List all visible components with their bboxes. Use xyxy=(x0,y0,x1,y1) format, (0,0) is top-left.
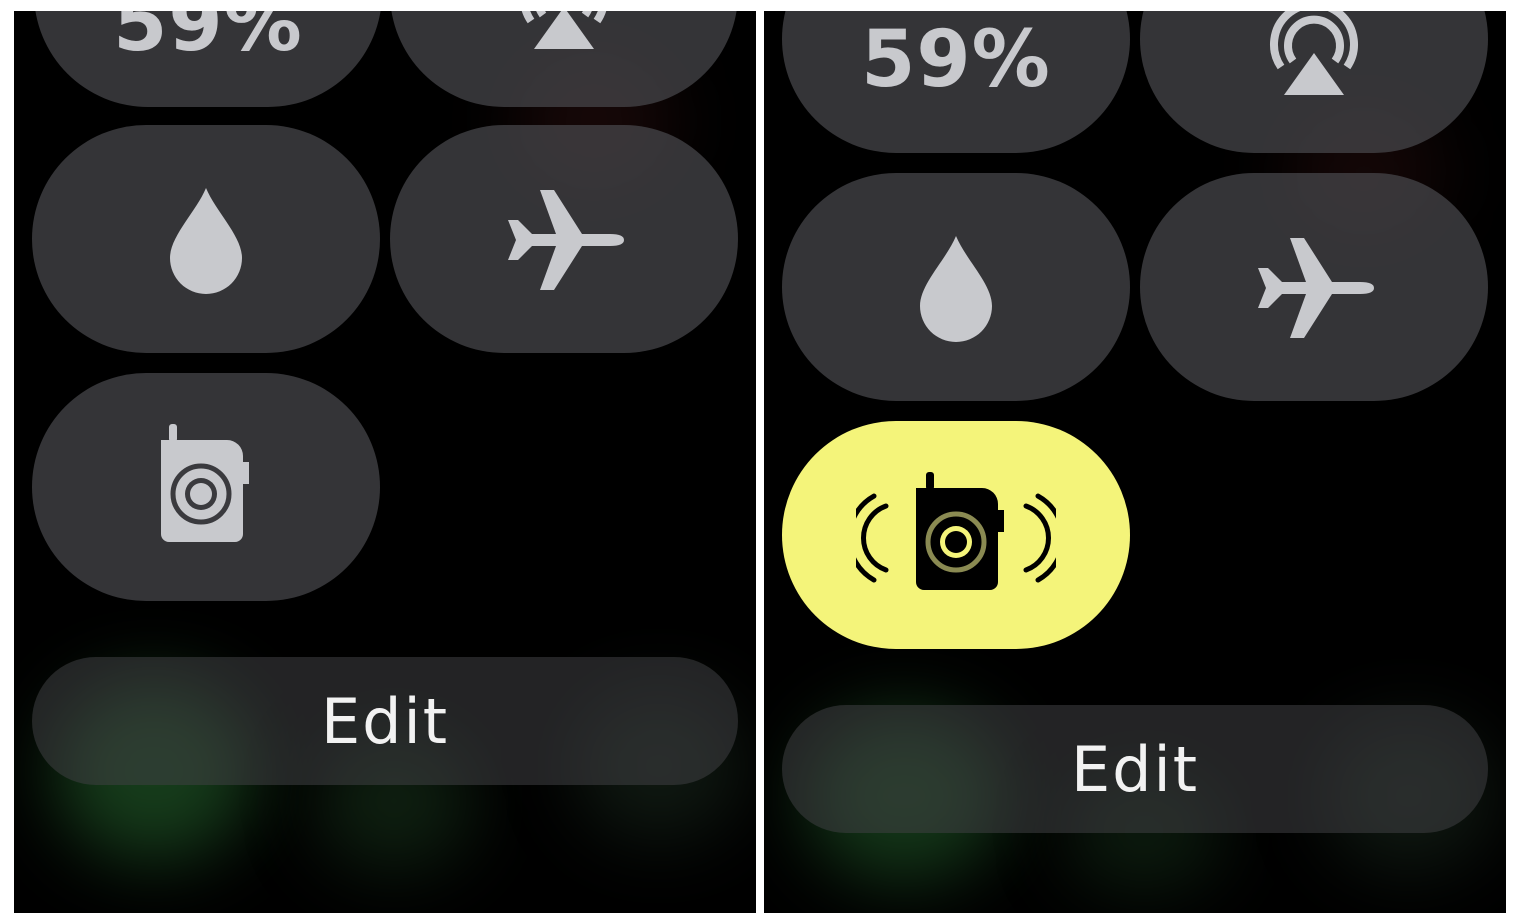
airplane-icon xyxy=(1258,238,1374,338)
water-lock-tile[interactable] xyxy=(32,125,380,353)
walkie-talkie-icon xyxy=(161,424,249,542)
walkie-talkie-broadcasting-icon xyxy=(856,472,1056,590)
walkie-talkie-tile[interactable] xyxy=(782,421,1130,649)
airplay-tile[interactable] xyxy=(1140,11,1488,153)
battery-percentage-label: 59% xyxy=(861,15,1051,105)
airplane-mode-tile[interactable] xyxy=(1140,173,1488,401)
airplane-mode-tile[interactable] xyxy=(390,125,738,353)
airplay-tile[interactable] xyxy=(390,11,738,107)
battery-percentage-label: 59% xyxy=(113,11,303,69)
edit-button[interactable]: Edit xyxy=(782,705,1488,833)
battery-tile[interactable]: 59% xyxy=(782,11,1130,153)
edit-button-label: Edit xyxy=(320,684,450,758)
airplay-icon xyxy=(521,11,607,49)
airplay-icon xyxy=(1270,11,1358,95)
water-drop-icon xyxy=(170,188,242,294)
water-drop-icon xyxy=(920,236,992,342)
walkie-talkie-tile[interactable] xyxy=(32,373,380,601)
control-center-after: 59% Edit xyxy=(764,11,1506,913)
water-lock-tile[interactable] xyxy=(782,173,1130,401)
edit-button[interactable]: Edit xyxy=(32,657,738,785)
airplane-icon xyxy=(508,190,624,290)
control-center-before: 59% Edit xyxy=(14,11,756,913)
battery-tile[interactable]: 59% xyxy=(34,11,382,107)
edit-button-label: Edit xyxy=(1070,732,1200,806)
